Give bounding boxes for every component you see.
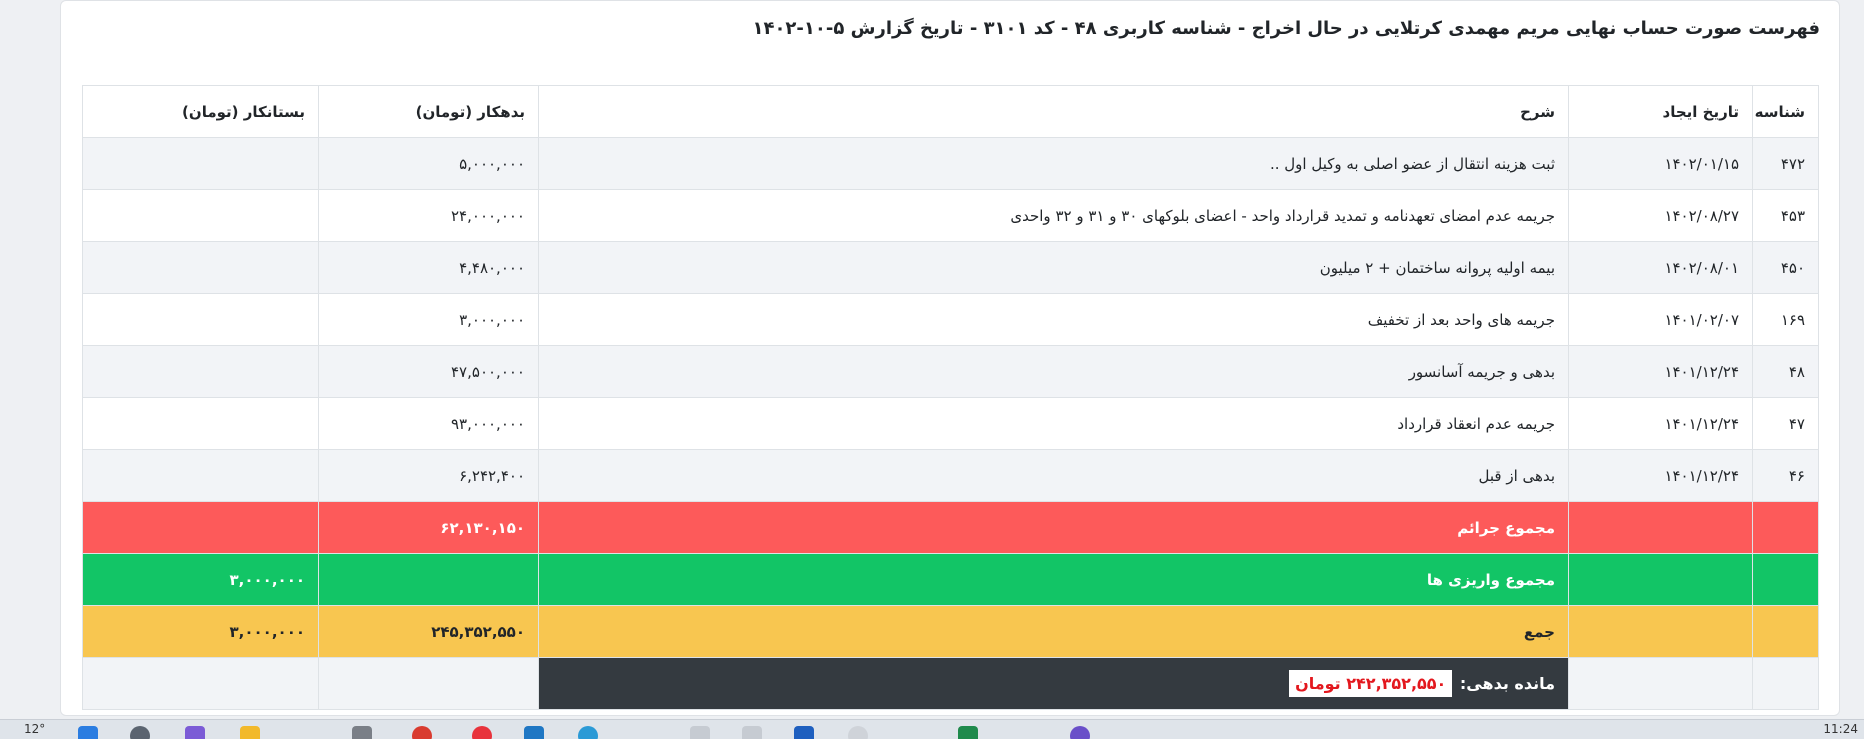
taskbar-app-icon[interactable] (742, 726, 762, 739)
cell-description: بدهی و جریمه آسانسور (538, 345, 1569, 398)
taskbar-app-icon[interactable] (1070, 726, 1090, 739)
table-row: ۴۵۳ ۱۴۰۲/۰۸/۲۷ جریمه عدم امضای تعهدنامه … (82, 189, 1819, 242)
cell-description: جریمه عدم انعقاد قرارداد (538, 397, 1569, 450)
word-icon[interactable] (794, 726, 814, 739)
cell-credit (82, 345, 319, 398)
total-fines-row: مجموع جرائم ۶۲,۱۳۰,۱۵۰ (82, 501, 1819, 554)
system-clock[interactable]: 11:24 (1823, 722, 1858, 736)
cell-date: ۱۴۰۲/۰۱/۱۵ (1568, 137, 1753, 190)
windows-taskbar: 12° 11:24 (0, 719, 1864, 739)
total-payments-row: مجموع واریزی ها ۳,۰۰۰,۰۰۰ (82, 553, 1819, 606)
notification-app-icon[interactable] (472, 726, 492, 739)
cell-description: جریمه های واحد بعد از تخفیف (538, 293, 1569, 346)
cell-debit: ۵,۰۰۰,۰۰۰ (318, 137, 539, 190)
cell-credit (82, 241, 319, 294)
chrome-icon[interactable] (412, 726, 432, 739)
cell-credit (82, 293, 319, 346)
cell-date: ۱۴۰۲/۰۸/۲۷ (1568, 189, 1753, 242)
cell-id: ۴۷۲ (1752, 137, 1819, 190)
sum-credit: ۳,۰۰۰,۰۰۰ (82, 605, 319, 658)
cell-debit: ۶,۲۴۲,۴۰۰ (318, 449, 539, 502)
cell-id: ۴۸ (1752, 345, 1819, 398)
cell-debit: ۲۴,۰۰۰,۰۰۰ (318, 189, 539, 242)
cell-id: ۴۵۰ (1752, 241, 1819, 294)
table-row: ۴۸ ۱۴۰۱/۱۲/۲۴ بدهی و جریمه آسانسور ۴۷,۵۰… (82, 345, 1819, 398)
edge-icon[interactable] (578, 726, 598, 739)
total-payments-label: مجموع واریزی ها (538, 553, 1569, 606)
cell-description: بدهی از قبل (538, 449, 1569, 502)
cell-debit: ۹۳,۰۰۰,۰۰۰ (318, 397, 539, 450)
report-title: فهرست صورت حساب نهایی مریم مهمدی کرتلایی… (752, 18, 1820, 39)
cell-date: ۱۴۰۱/۱۲/۲۴ (1568, 449, 1753, 502)
cell-id: ۴۶ (1752, 449, 1819, 502)
cell-description: بیمه اولیه پروانه ساختمان + ۲ میلیون (538, 241, 1569, 294)
header-credit: بستانکار (تومان) (82, 85, 319, 138)
cell-date: ۱۴۰۱/۱۲/۲۴ (1568, 397, 1753, 450)
cell-description: ثبت هزینه انتقال از عضو اصلی به وکیل اول… (538, 137, 1569, 190)
table-row: ۴۷۲ ۱۴۰۲/۰۱/۱۵ ثبت هزینه انتقال از عضو ا… (82, 137, 1819, 190)
cell-description: جریمه عدم امضای تعهدنامه و تمدید قرارداد… (538, 189, 1569, 242)
weather-widget[interactable]: 12° (24, 722, 45, 736)
cell-id: ۱۶۹ (1752, 293, 1819, 346)
cell-credit (82, 449, 319, 502)
cell-credit (82, 137, 319, 190)
table-row: ۴۵۰ ۱۴۰۲/۰۸/۰۱ بیمه اولیه پروانه ساختمان… (82, 241, 1819, 294)
total-fines-label: مجموع جرائم (538, 501, 1569, 554)
search-icon[interactable] (130, 726, 150, 739)
total-fines-debit: ۶۲,۱۳۰,۱۵۰ (318, 501, 539, 554)
task-view-icon[interactable] (185, 726, 205, 739)
cell-id: ۴۵۳ (1752, 189, 1819, 242)
balance-cell: مانده بدهی: ۲۴۲,۳۵۲,۵۵۰ تومان (538, 657, 1569, 710)
table-row: ۴۷ ۱۴۰۱/۱۲/۲۴ جریمه عدم انعقاد قرارداد ۹… (82, 397, 1819, 450)
taskbar-app-icon[interactable] (524, 726, 544, 739)
table-header-row: شناسه تاریخ ایجاد شرح بدهکار (تومان) بست… (82, 85, 1819, 138)
cell-credit (82, 189, 319, 242)
balance-row: مانده بدهی: ۲۴۲,۳۵۲,۵۵۰ تومان (82, 657, 1819, 710)
table-row: ۱۶۹ ۱۴۰۱/۰۲/۰۷ جریمه های واحد بعد از تخف… (82, 293, 1819, 346)
cell-date: ۱۴۰۱/۰۲/۰۷ (1568, 293, 1753, 346)
cell-id: ۴۷ (1752, 397, 1819, 450)
header-debit: بدهکار (تومان) (318, 85, 539, 138)
cell-debit: ۳,۰۰۰,۰۰۰ (318, 293, 539, 346)
total-payments-credit: ۳,۰۰۰,۰۰۰ (82, 553, 319, 606)
cell-debit: ۴,۴۸۰,۰۰۰ (318, 241, 539, 294)
sum-debit: ۲۴۵,۳۵۲,۵۵۰ (318, 605, 539, 658)
taskbar-app-icon[interactable] (352, 726, 372, 739)
cell-credit (82, 397, 319, 450)
balance-value: ۲۴۲,۳۵۲,۵۵۰ تومان (1289, 670, 1453, 697)
header-description: شرح (538, 85, 1569, 138)
cell-date: ۱۴۰۲/۰۸/۰۱ (1568, 241, 1753, 294)
taskbar-app-icon[interactable] (690, 726, 710, 739)
excel-icon[interactable] (958, 726, 978, 739)
table-row: ۴۶ ۱۴۰۱/۱۲/۲۴ بدهی از قبل ۶,۲۴۲,۴۰۰ (82, 449, 1819, 502)
sum-row: جمع ۲۴۵,۳۵۲,۵۵۰ ۳,۰۰۰,۰۰۰ (82, 605, 1819, 658)
cell-debit: ۴۷,۵۰۰,۰۰۰ (318, 345, 539, 398)
sum-label: جمع (538, 605, 1569, 658)
taskbar-app-icon[interactable] (848, 726, 868, 739)
file-explorer-icon[interactable] (240, 726, 260, 739)
balance-label: مانده بدهی: (1459, 674, 1555, 693)
header-id: شناسه (1752, 85, 1819, 138)
windows-start-icon[interactable] (78, 726, 98, 739)
cell-date: ۱۴۰۱/۱۲/۲۴ (1568, 345, 1753, 398)
ledger-table: شناسه تاریخ ایجاد شرح بدهکار (تومان) بست… (82, 85, 1819, 710)
header-created-date: تاریخ ایجاد (1568, 85, 1753, 138)
